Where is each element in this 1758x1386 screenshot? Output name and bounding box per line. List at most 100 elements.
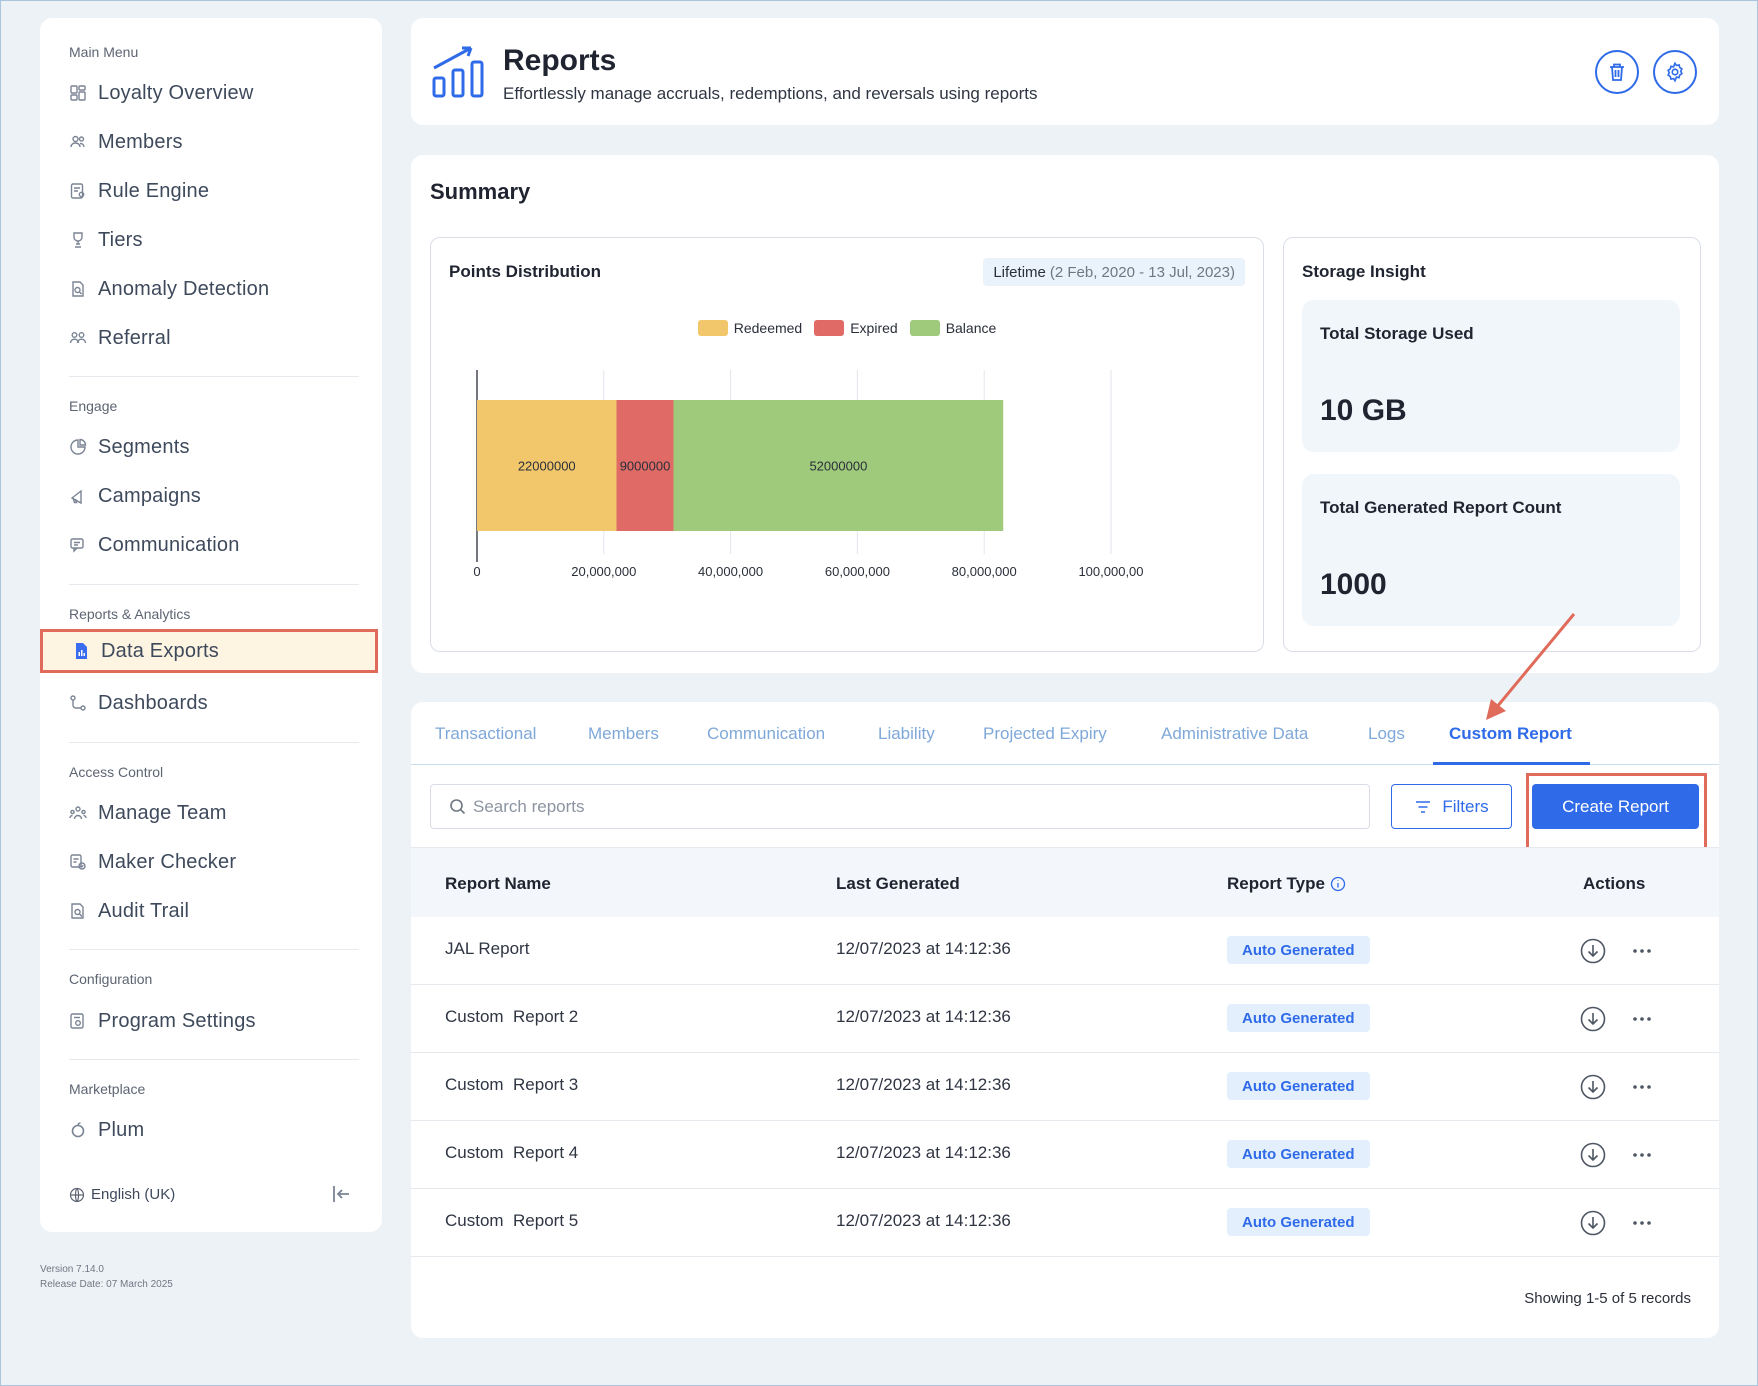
- points-distribution-chart: 0 20,000,000 40,000,000 60,000,000 80,000,00…: [473, 370, 1144, 579]
- tab-communication[interactable]: Communication: [707, 724, 825, 744]
- report-name: Custom Report 3: [445, 1075, 579, 1094]
- sidebar-item-label: Data Exports: [101, 639, 220, 662]
- legend-item[interactable]: Redeemed: [697, 320, 802, 336]
- search-icon: [450, 798, 466, 814]
- chart-legend: Redeemed Expired Balance: [431, 320, 1263, 336]
- summary-card: Summary Points Distribution Lifetime (2 …: [411, 155, 1719, 673]
- create-report-button[interactable]: Create Report: [1532, 784, 1699, 829]
- report-type-badge: Auto Generated: [1227, 1004, 1370, 1032]
- x-tick-label: 100,000,00: [1078, 564, 1143, 579]
- download-icon[interactable]: [1580, 938, 1606, 964]
- points-distribution-panel: Points Distribution Lifetime (2 Feb, 202…: [430, 237, 1264, 652]
- table-row[interactable]: Custom Report 4 12/07/2023 at 14:12:36 Aut…: [411, 1121, 1719, 1189]
- filter-icon: [1416, 800, 1431, 813]
- more-options-icon[interactable]: [1629, 1006, 1655, 1032]
- sidebar-item-label: Campaigns: [98, 484, 201, 507]
- legend-swatch: [814, 320, 845, 336]
- report-type-badge: Auto Generated: [1227, 1072, 1370, 1100]
- sidebar-item-tiers[interactable]: Tiers: [69, 225, 143, 255]
- tab-administrative-data[interactable]: Administrative Data: [1161, 724, 1308, 744]
- tab-liability[interactable]: Liability: [878, 724, 935, 744]
- sidebar-item-label: Dashboards: [98, 691, 208, 714]
- sidebar-item-loyalty-overview[interactable]: Loyalty Overview: [69, 78, 253, 108]
- collapse-sidebar-icon[interactable]: [330, 1183, 352, 1205]
- section-engage: Engage: [69, 398, 118, 414]
- storage-insight-panel: Storage Insight Total Storage Used 10 GB…: [1283, 237, 1701, 652]
- sidebar-item-data-exports[interactable]: Data Exports: [40, 629, 378, 673]
- report-type-badge: Auto Generated: [1227, 936, 1370, 964]
- page-title: Reports: [503, 44, 617, 77]
- trophy-icon: [69, 231, 87, 249]
- sidebar-item-members[interactable]: Members: [69, 127, 183, 157]
- version-label: Version 7.14.0: [40, 1264, 104, 1275]
- language-selector[interactable]: English (UK): [69, 1186, 175, 1203]
- last-generated: 12/07/2023 at 14:12:36: [836, 939, 1011, 958]
- download-icon[interactable]: [1580, 1006, 1606, 1032]
- page-subtitle: Effortlessly manage accruals, redemption…: [503, 84, 1038, 103]
- page-header: Reports Effortlessly manage accruals, re…: [411, 18, 1719, 125]
- table-row[interactable]: JAL Report 12/07/2023 at 14:12:36 Auto Gen…: [411, 917, 1719, 985]
- anomaly-icon: [69, 280, 87, 298]
- delete-button[interactable]: [1595, 50, 1639, 94]
- more-options-icon[interactable]: [1629, 938, 1655, 964]
- period-range: (2 Feb, 2020 - 13 Jul, 2023): [1049, 263, 1235, 281]
- last-generated: 12/07/2023 at 14:12:36: [836, 1211, 1011, 1230]
- sidebar-item-dashboards[interactable]: Dashboards: [69, 688, 208, 718]
- tab-members[interactable]: Members: [588, 724, 659, 744]
- period-label: Lifetime: [993, 263, 1046, 281]
- more-options-icon[interactable]: [1629, 1142, 1655, 1168]
- table-row[interactable]: Custom Report 3 12/07/2023 at 14:12:36 Aut…: [411, 1053, 1719, 1121]
- table-row[interactable]: Custom Report 2 12/07/2023 at 14:12:36 Aut…: [411, 985, 1719, 1053]
- table-row[interactable]: Custom Report 5 12/07/2023 at 14:12:36 Aut…: [411, 1189, 1719, 1257]
- sidebar-item-program-settings[interactable]: Program Settings: [69, 1006, 256, 1036]
- download-icon[interactable]: [1580, 1074, 1606, 1100]
- more-options-icon[interactable]: [1629, 1210, 1655, 1236]
- sidebar-item-label: Program Settings: [98, 1009, 256, 1032]
- sidebar-item-label: Rule Engine: [98, 179, 210, 202]
- tab-transactional[interactable]: Transactional: [435, 724, 536, 744]
- storage-insight-title: Storage Insight: [1302, 262, 1426, 281]
- sidebar-item-communication[interactable]: Communication: [69, 530, 240, 560]
- x-tick-label: 60,000,000: [825, 564, 890, 579]
- column-label: Report Name: [445, 874, 551, 893]
- table-header: Report Name Last Generated Report Type A…: [411, 847, 1719, 917]
- tab-projected-expiry[interactable]: Projected Expiry: [983, 724, 1107, 744]
- audit-icon: [69, 902, 87, 920]
- sidebar-item-campaigns[interactable]: Campaigns: [69, 481, 201, 511]
- info-icon[interactable]: [1330, 876, 1346, 892]
- column-actions: Actions: [1583, 874, 1645, 894]
- sidebar-item-maker-checker[interactable]: Maker Checker: [69, 847, 236, 877]
- summary-title: Summary: [430, 179, 531, 204]
- gear-icon: [1667, 61, 1683, 83]
- report-tabs: Transactional Members Communication Liab…: [411, 702, 1719, 765]
- search-placeholder: Search reports: [473, 796, 585, 816]
- sidebar-item-label: Audit Trail: [98, 899, 190, 922]
- download-icon[interactable]: [1580, 1142, 1606, 1168]
- filters-button[interactable]: Filters: [1391, 784, 1512, 829]
- download-icon[interactable]: [1580, 1210, 1606, 1236]
- dashboard-grid-icon: [69, 84, 87, 102]
- column-last-generated: Last Generated: [836, 874, 960, 894]
- sidebar-item-anomaly-detection[interactable]: Anomaly Detection: [69, 274, 269, 304]
- search-input[interactable]: Search reports: [430, 784, 1370, 829]
- sidebar-item-segments[interactable]: Segments: [69, 432, 190, 462]
- settings-button[interactable]: [1653, 50, 1697, 94]
- column-report-name: Report Name: [445, 874, 551, 894]
- sidebar-divider: [69, 584, 359, 585]
- report-count-label: Total Generated Report Count: [1320, 498, 1562, 517]
- legend-item[interactable]: Expired: [814, 320, 898, 336]
- more-options-icon[interactable]: [1629, 1074, 1655, 1100]
- column-label: Report Type: [1227, 874, 1325, 893]
- sidebar-item-rule-engine[interactable]: Rule Engine: [69, 176, 209, 206]
- flow-icon: [69, 694, 87, 712]
- sidebar: Main Menu Loyalty Overview Members Rule …: [40, 18, 382, 1232]
- legend-item[interactable]: Balance: [909, 320, 996, 336]
- sidebar-item-manage-team[interactable]: Manage Team: [69, 798, 227, 828]
- sidebar-item-plum[interactable]: Plum: [69, 1115, 144, 1145]
- sidebar-item-label: Tiers: [98, 228, 143, 251]
- globe-icon: [69, 1187, 85, 1202]
- tab-custom-report[interactable]: Custom Report: [1449, 724, 1572, 744]
- sidebar-item-referral[interactable]: Referral: [69, 323, 171, 353]
- tab-logs[interactable]: Logs: [1368, 724, 1405, 744]
- sidebar-item-audit-trail[interactable]: Audit Trail: [69, 896, 189, 926]
